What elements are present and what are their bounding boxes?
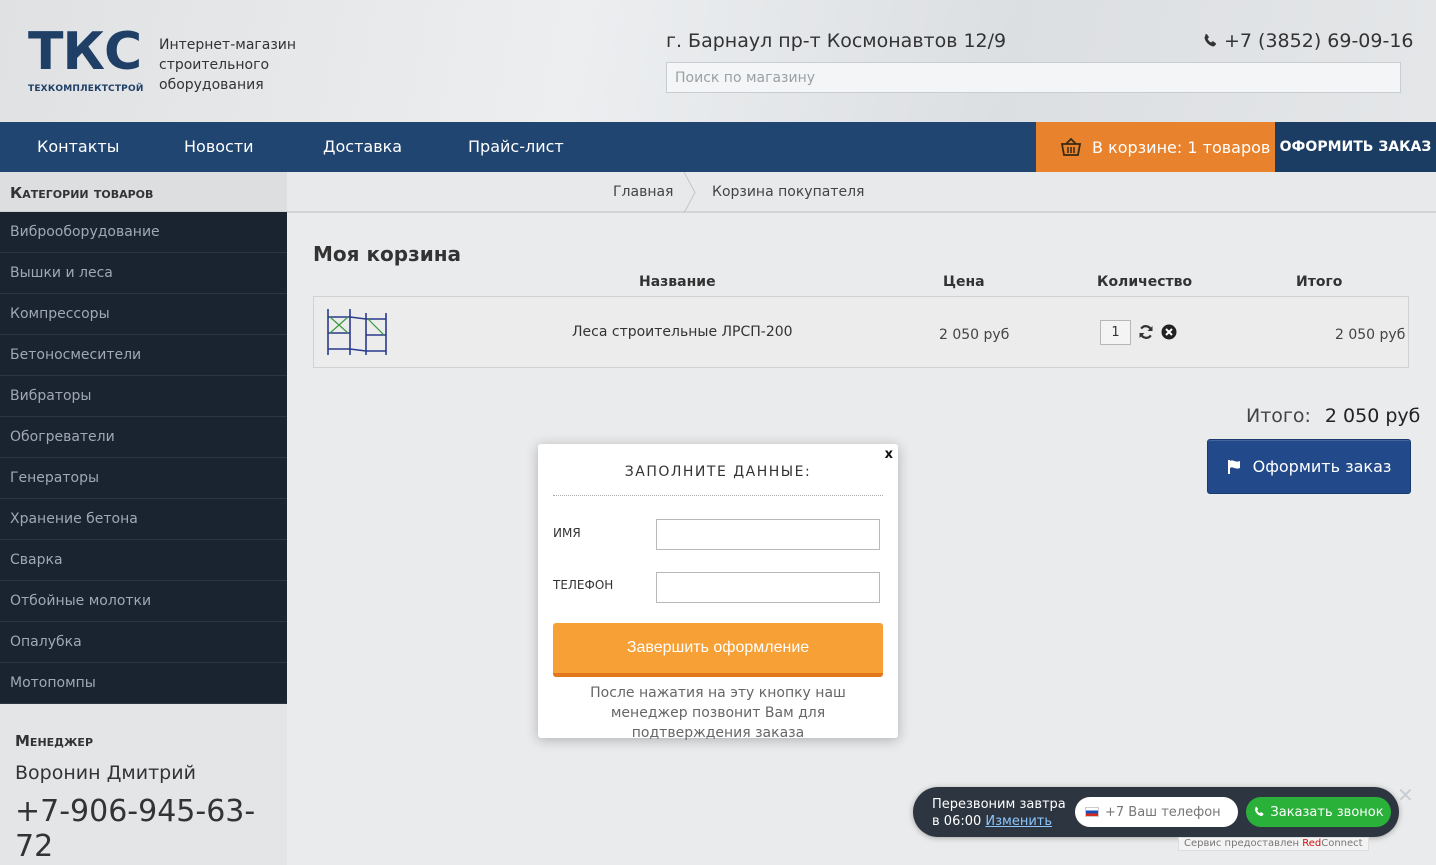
category-item[interactable]: Опалубка	[0, 622, 287, 663]
column-header-quantity: Количество	[1097, 274, 1193, 290]
header-phone-number: +7 (3852) 69-09-16	[1224, 30, 1414, 52]
column-header-price: Цена	[943, 274, 985, 290]
callback-time: в 06:00	[932, 814, 982, 829]
nav-item-news[interactable]: Новости	[184, 122, 254, 172]
credit-brand-red: Red	[1302, 838, 1322, 849]
category-item[interactable]: Сварка	[0, 540, 287, 581]
logo-subtext: ТЕХКОМПЛЕКТСТРОЙ	[28, 84, 144, 94]
close-icon[interactable]: x	[885, 447, 893, 462]
complete-order-button[interactable]: Завершить оформление	[553, 623, 883, 677]
cart-summary-label: В корзине: 1 товаров	[1092, 137, 1271, 157]
nav-item-pricelist[interactable]: Прайс-лист	[468, 122, 564, 172]
site-tagline: Интернет-магазин строительного оборудова…	[159, 37, 297, 93]
nav-item-contacts[interactable]: Контакты	[37, 122, 119, 172]
name-field[interactable]	[656, 519, 880, 550]
refresh-icon[interactable]	[1138, 324, 1154, 340]
search-box	[666, 62, 1401, 93]
category-item[interactable]: Компрессоры	[0, 294, 287, 335]
nav-checkout-button[interactable]: ОФОРМИТЬ ЗАКАЗ	[1275, 122, 1436, 172]
site-logo[interactable]: ТКС ТЕХКОМПЛЕКТСТРОЙ	[28, 26, 144, 94]
column-header-name: Название	[639, 274, 716, 290]
breadcrumb: Главная Корзина покупателя	[287, 172, 1436, 213]
phone-icon	[1204, 33, 1217, 47]
callback-change-link[interactable]: Изменить	[985, 814, 1052, 829]
breadcrumb-separator-icon	[683, 172, 696, 213]
store-address: г. Барнаул пр-т Космонавтов 12/9	[666, 30, 1007, 52]
callback-phone-placeholder: +7 Ваш телефон	[1105, 804, 1221, 820]
flag-icon	[1227, 460, 1240, 474]
category-item[interactable]: Хранение бетона	[0, 499, 287, 540]
callback-widget: Перезвоним завтра в 06:00 Изменить +7 Ва…	[913, 787, 1399, 837]
quantity-input[interactable]: 1	[1100, 320, 1131, 345]
modal-title: ЗАПОЛНИТЕ ДАННЫЕ:	[624, 464, 812, 480]
cart-total-value: 2 050 руб	[1324, 405, 1421, 427]
manager-name: Воронин Дмитрий	[15, 762, 196, 784]
remove-icon[interactable]	[1161, 324, 1177, 340]
manager-block: Менеджер Воронин Дмитрий +7-906-945-63-7…	[0, 704, 287, 864]
modal-divider	[553, 495, 883, 496]
cart-total-label: Итого:	[1246, 405, 1311, 427]
name-label: ИМЯ	[553, 526, 581, 540]
credit-brand-rest: Connect	[1321, 838, 1363, 849]
category-item[interactable]: Виброоборудование	[0, 212, 287, 253]
nav-item-delivery[interactable]: Доставка	[323, 122, 402, 172]
category-item[interactable]: Бетоносмесители	[0, 335, 287, 376]
request-call-label: Заказать звонок	[1270, 804, 1384, 820]
product-name[interactable]: Леса строительные ЛРСП-200	[572, 324, 793, 340]
service-credit: Сервис предоставлен RedConnect	[1178, 837, 1369, 851]
manager-phone[interactable]: +7-906-945-63-72	[15, 794, 272, 864]
basket-icon	[1060, 137, 1082, 156]
category-item[interactable]: Генераторы	[0, 458, 287, 499]
search-input[interactable]	[667, 63, 1400, 92]
breadcrumb-current: Корзина покупателя	[712, 184, 865, 200]
header-phone[interactable]: +7 (3852) 69-09-16	[1202, 30, 1414, 52]
cart-total: Итого: 2 050 руб	[1246, 405, 1420, 427]
callback-text: Перезвоним завтра в 06:00 Изменить	[932, 796, 1066, 830]
category-item[interactable]: Вибраторы	[0, 376, 287, 417]
checkout-button[interactable]: Оформить заказ	[1207, 439, 1411, 494]
sidebar: Категории товаров Виброоборудование Вышк…	[0, 172, 287, 865]
cart-summary-button[interactable]: В корзине: 1 товаров	[1036, 122, 1275, 172]
order-modal: x ЗАПОЛНИТЕ ДАННЫЕ: ИМЯ ТЕЛЕФОН Завершит…	[538, 444, 898, 741]
modal-note: После нажатия на эту кнопку наш менеджер…	[590, 685, 846, 741]
manager-title: Менеджер	[15, 732, 93, 750]
column-header-total: Итого	[1296, 274, 1343, 290]
credit-prefix: Сервис предоставлен	[1184, 838, 1303, 849]
breadcrumb-home[interactable]: Главная	[613, 172, 673, 212]
cart-title: Моя корзина	[313, 242, 462, 266]
category-item[interactable]: Вышки и леса	[0, 253, 287, 294]
checkout-button-label: Оформить заказ	[1252, 457, 1392, 476]
logo-mark: ТКС	[28, 22, 142, 82]
site-header: ТКС ТЕХКОМПЛЕКТСТРОЙ Интернет-магазин ст…	[0, 0, 1436, 122]
callback-phone-input[interactable]: +7 Ваш телефон	[1075, 797, 1238, 827]
close-icon[interactable]: ✕	[1397, 783, 1414, 807]
categories-heading: Категории товаров	[0, 172, 287, 212]
product-line-total: 2 050 руб	[1335, 327, 1406, 343]
category-item[interactable]: Обогреватели	[0, 417, 287, 458]
phone-field[interactable]	[656, 572, 880, 603]
main-nav: Контакты Новости Доставка Прайс-лист В к…	[0, 122, 1436, 172]
request-call-button[interactable]: Заказать звонок	[1246, 797, 1391, 827]
category-item[interactable]: Мотопомпы	[0, 663, 287, 704]
category-list: Виброоборудование Вышки и леса Компрессо…	[0, 212, 287, 704]
product-price: 2 050 руб	[939, 327, 1010, 343]
category-item[interactable]: Отбойные молотки	[0, 581, 287, 622]
cart-row: Леса строительные ЛРСП-200 2 050 руб 1 2…	[313, 296, 1409, 368]
phone-label: ТЕЛЕФОН	[553, 578, 614, 592]
product-thumbnail[interactable]	[326, 307, 390, 357]
phone-icon	[1255, 806, 1264, 817]
russia-flag-icon	[1085, 807, 1099, 817]
callback-text-line1: Перезвоним завтра	[932, 797, 1066, 812]
